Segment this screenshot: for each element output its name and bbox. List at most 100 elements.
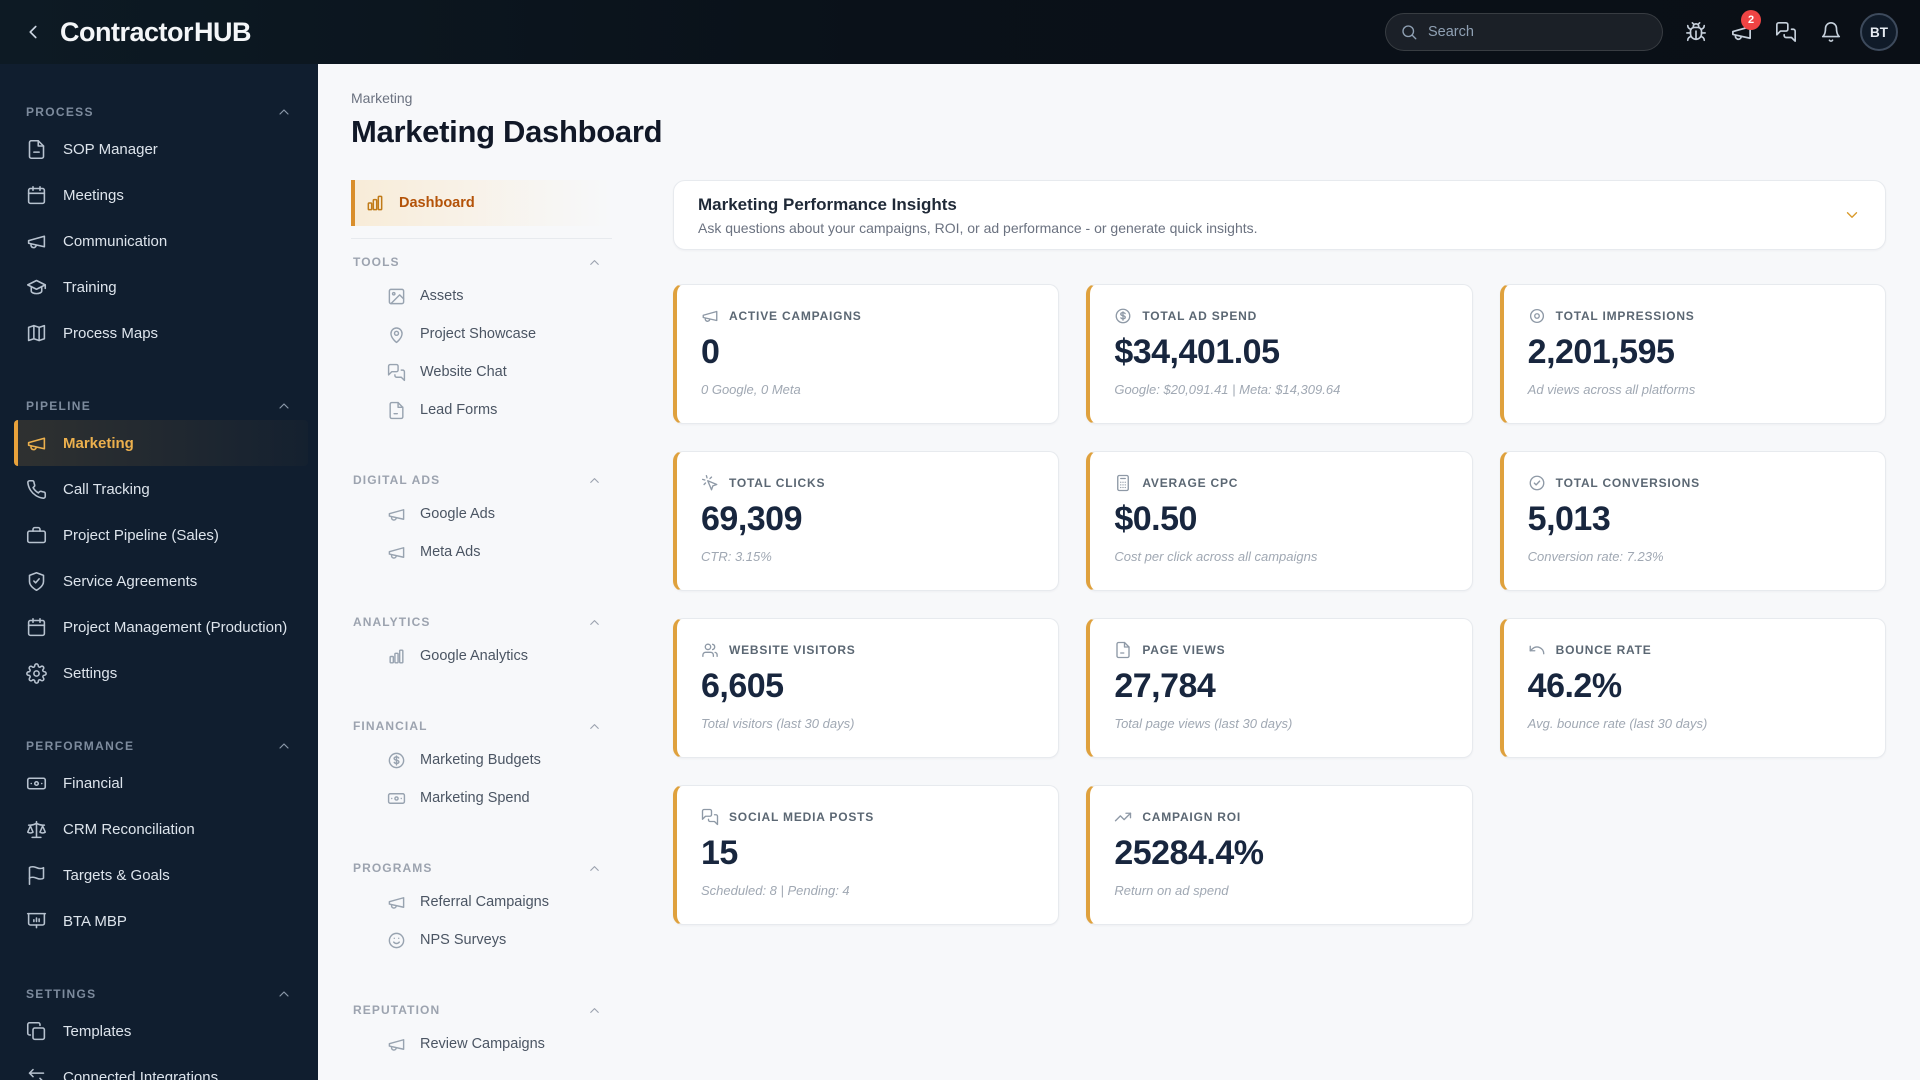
- sidebar-item-crm-reconciliation[interactable]: CRM Reconciliation: [0, 806, 318, 852]
- sidebar-section-header-process[interactable]: PROCESS: [0, 104, 318, 120]
- sidebar-item-meetings[interactable]: Meetings: [0, 172, 318, 218]
- sidebar-item-training[interactable]: Training: [0, 264, 318, 310]
- section-label: TOOLS: [353, 255, 400, 269]
- subnav-section-header-programs[interactable]: PROGRAMS: [351, 859, 612, 877]
- sidebar-item-financial[interactable]: Financial: [0, 760, 318, 806]
- subnav-section-header-tools[interactable]: TOOLS: [351, 253, 612, 271]
- kpi-label: TOTAL CONVERSIONS: [1555, 476, 1700, 490]
- subnav-item-nps-surveys[interactable]: NPS Surveys: [351, 921, 612, 959]
- search-icon: [1400, 23, 1418, 41]
- sidebar-section-header-performance[interactable]: PERFORMANCE: [0, 738, 318, 754]
- banknote-icon: [387, 789, 406, 808]
- dollar-circle-icon: [1114, 307, 1132, 325]
- subnav-item-website-chat[interactable]: Website Chat: [351, 353, 612, 391]
- gear-icon: [26, 663, 47, 684]
- sidebar-item-settings[interactable]: Settings: [0, 650, 318, 696]
- subnav-item-review-campaigns[interactable]: Review Campaigns: [351, 1025, 612, 1063]
- sidebar-item-targets-goals[interactable]: Targets & Goals: [0, 852, 318, 898]
- sidebar-item-communication[interactable]: Communication: [0, 218, 318, 264]
- section-label: DIGITAL ADS: [353, 473, 441, 487]
- flag-icon: [26, 865, 47, 886]
- page-title: Marketing Dashboard: [351, 114, 663, 149]
- sidebar-section-header-settings[interactable]: SETTINGS: [0, 986, 318, 1002]
- copy-icon: [26, 1021, 47, 1042]
- announcements-button[interactable]: 2: [1726, 10, 1761, 47]
- kpi-card-active-campaigns: ACTIVE CAMPAIGNS 0 0 Google, 0 Meta: [673, 284, 1060, 424]
- subnav-section-header-financial[interactable]: FINANCIAL: [351, 717, 612, 735]
- subnav-item-marketing-budgets[interactable]: Marketing Budgets: [351, 741, 612, 779]
- map-pin-icon: [387, 325, 406, 344]
- presentation-chart-icon: [26, 911, 47, 932]
- sidebar-item-project-management[interactable]: Project Management (Production): [0, 604, 318, 650]
- subnav-section-header-analytics[interactable]: ANALYTICS: [351, 613, 612, 631]
- subnav-item-meta-ads[interactable]: Meta Ads: [351, 533, 612, 571]
- subnav-section-header-digital-ads[interactable]: DIGITAL ADS: [351, 471, 612, 489]
- kpi-card-total-ad-spend: TOTAL AD SPEND $34,401.05 Google: $20,09…: [1086, 284, 1473, 424]
- chat-bubbles-icon: [387, 363, 406, 382]
- sidebar-item-bta-mbp[interactable]: BTA MBP: [0, 898, 318, 944]
- sidebar-item-sop-manager[interactable]: SOP Manager: [0, 126, 318, 172]
- kpi-note: Avg. bounce rate (last 30 days): [1527, 716, 1708, 731]
- sidebar-section-performance: PERFORMANCE Financial CRM Reconciliation…: [0, 738, 318, 944]
- section-label: PIPELINE: [26, 399, 92, 413]
- sidebar-section-header-pipeline[interactable]: PIPELINE: [0, 398, 318, 414]
- global-search[interactable]: [1385, 13, 1663, 51]
- sidebar-item-service-agreements[interactable]: Service Agreements: [0, 558, 318, 604]
- sidebar-item-label: Marketing: [63, 434, 134, 452]
- kpi-value: 6,605: [701, 667, 784, 705]
- header-actions: 2: [1681, 10, 1846, 47]
- notifications-button[interactable]: [1816, 17, 1846, 47]
- kpi-label: CAMPAIGN ROI: [1142, 810, 1242, 824]
- subnav-item-label: Google Analytics: [420, 648, 529, 664]
- sidebar-item-templates[interactable]: Templates: [0, 1008, 318, 1054]
- subnav-item-label: Referral Campaigns: [420, 894, 549, 910]
- chevron-up-icon: [587, 1003, 602, 1018]
- avatar-initials: BT: [1870, 24, 1888, 40]
- sidebar-item-call-tracking[interactable]: Call Tracking: [0, 466, 318, 512]
- subnav-item-label: Website Chat: [420, 364, 507, 380]
- subnav-item-marketing-spend[interactable]: Marketing Spend: [351, 779, 612, 817]
- sidebar-item-label: SOP Manager: [63, 140, 158, 158]
- megaphone-icon: [387, 1035, 406, 1054]
- kpi-card-total-conversions: TOTAL CONVERSIONS 5,013 Conversion rate:…: [1499, 451, 1886, 591]
- subnav-item-lead-forms[interactable]: Lead Forms: [351, 391, 612, 429]
- subnav-item-label: Google Ads: [420, 506, 495, 522]
- subnav-item-google-analytics[interactable]: Google Analytics: [351, 637, 612, 675]
- subnav-item-assets[interactable]: Assets: [351, 277, 612, 315]
- messages-button[interactable]: [1771, 17, 1801, 47]
- kpi-value: 15: [701, 834, 738, 872]
- section-label: ANALYTICS: [353, 615, 431, 629]
- subnav-item-label: Lead Forms: [420, 402, 498, 418]
- sidebar-item-process-maps[interactable]: Process Maps: [0, 310, 318, 356]
- app-logo[interactable]: Contractor HUB: [60, 17, 252, 48]
- sidebar-item-project-pipeline[interactable]: Project Pipeline (Sales): [0, 512, 318, 558]
- kpi-value: 69,309: [701, 500, 803, 538]
- subnav-item-dashboard[interactable]: Dashboard: [351, 180, 612, 226]
- subnav-item-label: Dashboard: [399, 195, 475, 211]
- subnav-item-label: Meta Ads: [420, 544, 481, 560]
- sidebar-item-connected-integrations[interactable]: Connected Integrations: [0, 1054, 318, 1080]
- chat-bubbles-icon: [701, 808, 719, 826]
- bug-report-button[interactable]: [1681, 17, 1711, 47]
- breadcrumb[interactable]: Marketing: [351, 90, 1886, 106]
- megaphone-icon: [26, 231, 47, 252]
- kpi-note: Ad views across all platforms: [1527, 382, 1696, 397]
- chevron-up-icon: [587, 255, 602, 270]
- undo-arrow-icon: [1528, 641, 1546, 659]
- megaphone-icon: [701, 307, 719, 325]
- search-input[interactable]: [1428, 24, 1628, 40]
- sidebar-item-label: Settings: [63, 664, 118, 682]
- sidebar-item-marketing[interactable]: Marketing: [14, 420, 308, 466]
- subnav-item-referral-campaigns[interactable]: Referral Campaigns: [351, 883, 612, 921]
- subnav-section-header-reputation[interactable]: REPUTATION: [351, 1001, 612, 1019]
- chevron-down-icon[interactable]: [1843, 206, 1861, 224]
- kpi-grid: ACTIVE CAMPAIGNS 0 0 Google, 0 Meta TOTA…: [673, 284, 1886, 925]
- subnav-item-project-showcase[interactable]: Project Showcase: [351, 315, 612, 353]
- avatar[interactable]: BT: [1860, 13, 1898, 51]
- megaphone-icon: [387, 543, 406, 562]
- sidebar-item-label: Targets & Goals: [63, 866, 170, 884]
- subnav-item-google-ads[interactable]: Google Ads: [351, 495, 612, 533]
- back-button[interactable]: [18, 17, 48, 47]
- insights-expander[interactable]: Marketing Performance Insights Ask quest…: [673, 180, 1886, 250]
- kpi-card-total-clicks: TOTAL CLICKS 69,309 CTR: 3.15%: [673, 451, 1060, 591]
